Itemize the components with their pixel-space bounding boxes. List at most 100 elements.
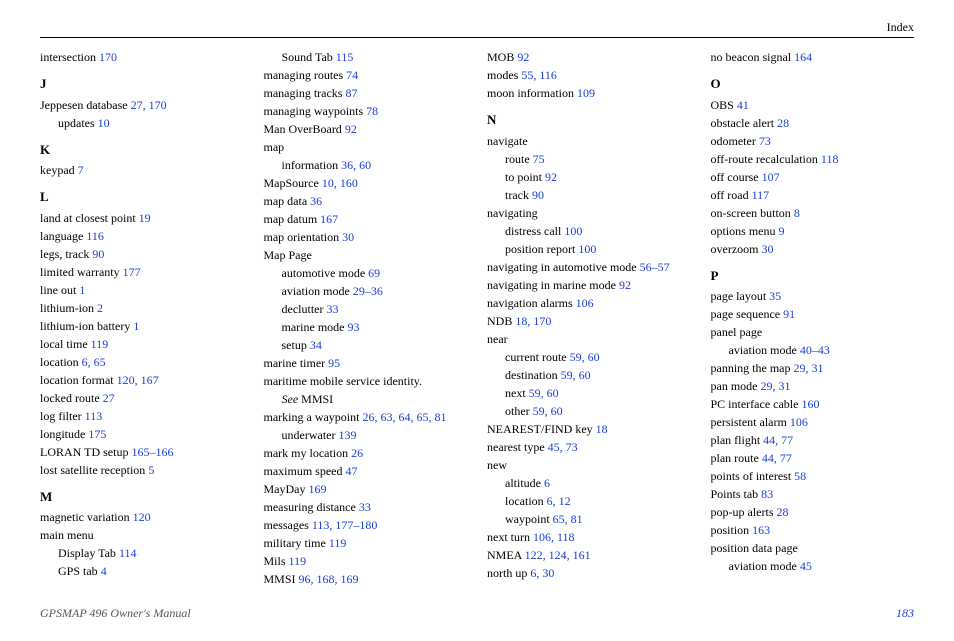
index-page-link[interactable]: 100 [564,224,582,238]
index-page-link[interactable]: 41 [737,98,749,112]
index-page-link[interactable]: 167 [320,212,338,226]
index-page-link[interactable]: 34 [310,338,322,352]
index-page-link[interactable]: 35 [769,289,781,303]
index-page-link[interactable]: 9 [779,224,785,238]
index-page-link[interactable]: 139 [338,428,356,442]
index-page-link[interactable]: 26, 63, 64, 65, 81 [362,410,446,424]
index-page-link[interactable]: 58 [794,469,806,483]
index-page-link[interactable]: 87 [345,86,357,100]
index-page-link[interactable]: 2 [97,301,103,315]
index-page-link[interactable]: 73 [759,134,771,148]
index-page-link[interactable]: 96, 168, 169 [299,572,359,586]
index-page-link[interactable]: 59, 60 [529,386,559,400]
index-page-link[interactable]: 36, 60 [341,158,371,172]
index-page-link[interactable]: 29, 31 [761,379,791,393]
index-page-link[interactable]: 78 [366,104,378,118]
index-page-link[interactable]: 19 [139,211,151,225]
index-page-link[interactable]: 90 [532,188,544,202]
index-page-link[interactable]: 6, 30 [530,566,554,580]
index-page-link[interactable]: 33 [326,302,338,316]
index-page-link[interactable]: 120, 167 [117,373,159,387]
index-page-link[interactable]: 47 [345,464,357,478]
index-page-link[interactable]: 33 [359,500,371,514]
index-page-link[interactable]: 113, 177–180 [312,518,378,532]
index-page-link[interactable]: 28 [777,116,789,130]
index-page-link[interactable]: 106 [576,296,594,310]
index-page-link[interactable]: 30 [761,242,773,256]
index-page-link[interactable]: 107 [762,170,780,184]
index-page-link[interactable]: 163 [752,523,770,537]
index-page-link[interactable]: 6, 65 [82,355,106,369]
index-entry-label: on-screen button [711,206,791,220]
index-page-link[interactable]: 170 [99,50,117,64]
index-page-link[interactable]: 8 [794,206,800,220]
index-page-link[interactable]: 45 [800,559,812,573]
index-page-link[interactable]: 69 [368,266,380,280]
index-page-link[interactable]: 6, 12 [547,494,571,508]
index-page-link[interactable]: 175 [88,427,106,441]
index-entry: destination 59, 60 [487,366,691,384]
index-page-link[interactable]: 4 [101,564,107,578]
index-page-link[interactable]: 1 [133,319,139,333]
index-page-link[interactable]: 119 [329,536,347,550]
index-page-link[interactable]: 120 [133,510,151,524]
index-page-link[interactable]: 5 [148,463,154,477]
index-page-link[interactable]: 114 [119,546,137,560]
index-page-link[interactable]: 160 [801,397,819,411]
index-page-link[interactable]: 106 [790,415,808,429]
index-page-link[interactable]: 40–43 [800,343,830,357]
index-page-link[interactable]: 119 [91,337,109,351]
index-page-link[interactable]: 27, 170 [131,98,167,112]
index-page-link[interactable]: 164 [794,50,812,64]
index-page-link[interactable]: 92 [345,122,357,136]
index-page-link[interactable]: 75 [533,152,545,166]
index-page-link[interactable]: 56–57 [640,260,670,274]
index-page-link[interactable]: 29–36 [353,284,383,298]
index-page-link[interactable]: 122, 124, 161 [525,548,591,562]
index-page-link[interactable]: 116 [86,229,104,243]
index-page-link[interactable]: 26 [351,446,363,460]
index-page-link[interactable]: 118 [821,152,839,166]
index-page-link[interactable]: 177 [123,265,141,279]
index-page-link[interactable]: 109 [577,86,595,100]
index-page-link[interactable]: 95 [328,356,340,370]
index-page-link[interactable]: 1 [79,283,85,297]
index-page-link[interactable]: 165–166 [131,445,173,459]
index-page-link[interactable]: 45, 73 [548,440,578,454]
index-page-link[interactable]: 169 [309,482,327,496]
index-page-link[interactable]: 117 [752,188,770,202]
index-page-link[interactable]: 115 [336,50,354,64]
index-page-link[interactable]: 27 [103,391,115,405]
index-page-link[interactable]: 65, 81 [553,512,583,526]
index-page-link[interactable]: 59, 60 [533,404,563,418]
index-page-link[interactable]: 10 [98,116,110,130]
index-page-link[interactable]: 119 [289,554,307,568]
index-entry-label: new [487,458,507,472]
index-page-link[interactable]: 59, 60 [570,350,600,364]
index-page-link[interactable]: 59, 60 [561,368,591,382]
index-page-link[interactable]: 36 [310,194,322,208]
index-page-link[interactable]: 44, 77 [762,451,792,465]
index-page-link[interactable]: 92 [517,50,529,64]
index-page-link[interactable]: 92 [545,170,557,184]
index-page-link[interactable]: 106, 118 [533,530,575,544]
index-page-link[interactable]: 55, 116 [521,68,557,82]
index-page-link[interactable]: 113 [85,409,103,423]
index-page-link[interactable]: 18 [596,422,608,436]
index-page-link[interactable]: 74 [346,68,358,82]
index-page-link[interactable]: 6 [544,476,550,490]
index-page-link[interactable]: 10, 160 [322,176,358,190]
index-page-link[interactable]: 29, 31 [793,361,823,375]
index-page-link[interactable]: 100 [578,242,596,256]
index-page-link[interactable]: 28 [776,505,788,519]
index-page-link[interactable]: 92 [619,278,631,292]
index-page-link[interactable]: 7 [78,163,84,177]
index-page-link[interactable]: 18, 170 [515,314,551,328]
index-entry: main menu [40,526,244,544]
index-page-link[interactable]: 91 [783,307,795,321]
index-page-link[interactable]: 44, 77 [763,433,793,447]
index-page-link[interactable]: 90 [92,247,104,261]
index-page-link[interactable]: 93 [347,320,359,334]
index-page-link[interactable]: 83 [761,487,773,501]
index-page-link[interactable]: 30 [342,230,354,244]
